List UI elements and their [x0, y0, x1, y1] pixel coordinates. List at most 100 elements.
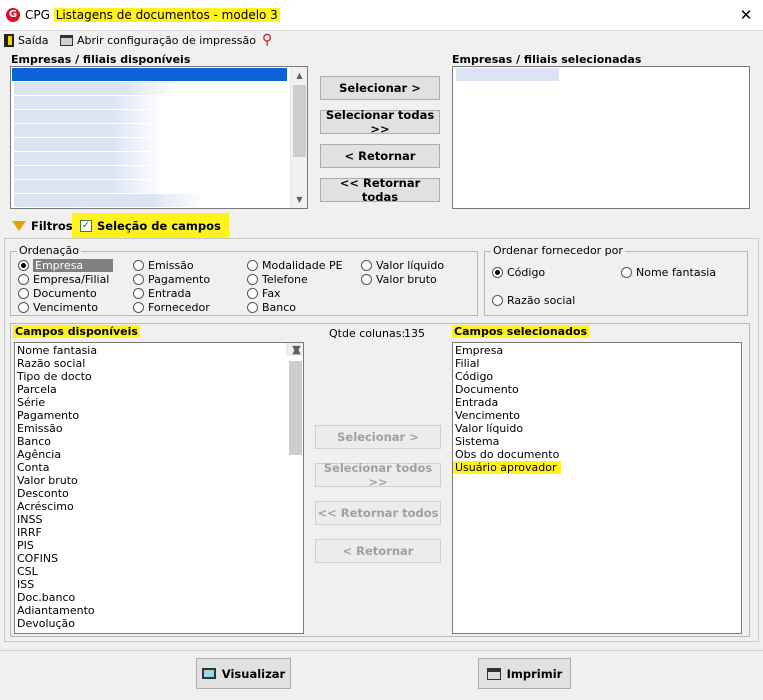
available-companies-list[interactable]: ▲ ▼	[10, 66, 308, 209]
list-item[interactable]: Vencimento	[453, 409, 741, 422]
list-item[interactable]: COFINS	[15, 552, 303, 565]
list-item[interactable]: Agência	[15, 448, 303, 461]
ordering-option[interactable]: Fax	[247, 287, 281, 300]
list-item[interactable]	[456, 68, 559, 81]
selected-companies-list[interactable]	[452, 66, 750, 209]
list-item[interactable]: Valor líquido	[453, 422, 741, 435]
list-item[interactable]: Sistema	[453, 435, 741, 448]
list-item[interactable]: Desconto	[15, 487, 303, 500]
list-item[interactable]: Série	[15, 396, 303, 409]
ordering-option-label: Pagamento	[148, 273, 211, 286]
list-item[interactable]: Obs do documento	[453, 448, 741, 461]
list-item[interactable]: Acréscimo	[15, 500, 303, 513]
list-item[interactable]: Valor bruto	[15, 474, 303, 487]
list-item[interactable]: Devolução	[15, 617, 303, 630]
app-logo-icon: G	[6, 8, 20, 22]
ordering-option[interactable]: Empresa	[18, 259, 114, 272]
list-item[interactable]	[14, 166, 287, 179]
list-item-highlighted[interactable]: Usuário aprovador	[453, 461, 561, 474]
scroll-down-icon[interactable]: ▼	[287, 343, 303, 356]
print-button[interactable]: Imprimir	[478, 658, 571, 689]
list-item[interactable]: Nome fantasia	[15, 344, 303, 357]
list-item-selected[interactable]	[12, 68, 287, 81]
ordering-option[interactable]: Fornecedor	[133, 301, 210, 314]
scroll-thumb[interactable]	[289, 361, 302, 455]
radio-selected-icon	[492, 267, 503, 278]
tab-filters[interactable]: Filtros	[8, 213, 77, 238]
list-item[interactable]: Doc.banco	[15, 591, 303, 604]
available-fields-list[interactable]: Nome fantasia Razão social Tipo de docto…	[14, 342, 304, 634]
select-all-companies-button[interactable]: Selecionar todas >>	[320, 108, 440, 136]
print-config-button[interactable]: Abrir configuração de impressão	[60, 31, 256, 49]
ordering-option[interactable]: Entrada	[133, 287, 191, 300]
list-item[interactable]: Parcela	[15, 383, 303, 396]
list-item[interactable]: Código	[453, 370, 741, 383]
scroll-up-icon[interactable]: ▲	[291, 67, 307, 84]
list-item[interactable]: ISS	[15, 578, 303, 591]
list-item[interactable]	[14, 138, 287, 151]
list-item[interactable]	[14, 96, 287, 109]
ordering-option[interactable]: Banco	[247, 301, 296, 314]
list-item[interactable]: Emissão	[15, 422, 303, 435]
selected-fields-list[interactable]: Empresa Filial Código Documento Entrada …	[452, 342, 742, 634]
ordering-option[interactable]: Pagamento	[133, 273, 210, 286]
ordering-option-label: Empresa	[33, 259, 114, 272]
ordering-option[interactable]: Valor líquido	[361, 259, 444, 272]
list-item[interactable]: PIS	[15, 539, 303, 552]
ordering-option-label: Valor líquido	[376, 259, 445, 272]
supplier-order-option-label: Nome fantasia	[636, 266, 717, 279]
return-field-button[interactable]: < Retornar	[315, 539, 441, 563]
return-all-fields-button[interactable]: << Retornar todos	[315, 501, 441, 525]
supplier-order-option[interactable]: Nome fantasia	[621, 266, 716, 279]
filter-funnel-icon	[12, 220, 26, 231]
list-item[interactable]: IRRF	[15, 526, 303, 539]
list-item[interactable]: INSS	[15, 513, 303, 526]
tab-field-selection[interactable]: ✓ Seleção de campos	[72, 213, 229, 238]
ordering-option[interactable]: Documento	[18, 287, 97, 300]
supplier-order-option-label: Razão social	[507, 294, 576, 307]
list-item[interactable]	[14, 124, 287, 137]
list-item[interactable]	[14, 180, 287, 193]
list-item[interactable]: Razão social	[15, 357, 303, 370]
radio-icon	[247, 274, 258, 285]
ordering-option[interactable]: Emissão	[133, 259, 194, 272]
list-item[interactable]	[14, 194, 287, 207]
scroll-down-icon[interactable]: ▼	[291, 191, 307, 208]
supplier-order-option[interactable]: Razão social	[492, 294, 575, 307]
select-field-button[interactable]: Selecionar >	[315, 425, 441, 449]
scrollbar[interactable]: ▲ ▼	[286, 343, 303, 455]
list-item[interactable]: Entrada	[453, 396, 741, 409]
ordering-option[interactable]: Vencimento	[18, 301, 98, 314]
search-button[interactable]: ⚲	[262, 31, 272, 49]
exit-button[interactable]: Saída	[4, 31, 49, 49]
list-item[interactable]	[14, 82, 287, 95]
ordering-option[interactable]: Empresa/Filial	[18, 273, 109, 286]
list-item[interactable]: Banco	[15, 435, 303, 448]
list-item[interactable]: Empresa	[453, 344, 741, 357]
toolbar: Saída Abrir configuração de impressão ⚲	[0, 31, 763, 51]
return-all-companies-button[interactable]: << Retornar todas	[320, 176, 440, 204]
list-item[interactable]: Documento	[453, 383, 741, 396]
printer-icon	[486, 667, 501, 680]
list-item[interactable]	[14, 152, 287, 165]
ordering-option[interactable]: Modalidade PE	[247, 259, 343, 272]
ordering-option[interactable]: Telefone	[247, 273, 308, 286]
ordering-option[interactable]: Valor bruto	[361, 273, 437, 286]
scroll-thumb[interactable]	[293, 85, 306, 157]
list-item[interactable]: Pagamento	[15, 409, 303, 422]
select-all-fields-button[interactable]: Selecionar todos >>	[315, 461, 441, 489]
supplier-order-option[interactable]: Código	[492, 266, 545, 279]
list-item[interactable]: CSL	[15, 565, 303, 578]
close-icon[interactable]: ✕	[736, 5, 756, 25]
return-company-button[interactable]: < Retornar	[320, 144, 440, 168]
select-company-button[interactable]: Selecionar >	[320, 76, 440, 100]
view-button[interactable]: Visualizar	[196, 658, 291, 689]
available-fields-label: Campos disponíveis	[13, 325, 140, 338]
list-item[interactable]: Tipo de docto	[15, 370, 303, 383]
scrollbar[interactable]: ▲ ▼	[290, 67, 307, 208]
list-item[interactable]: Adiantamento	[15, 604, 303, 617]
list-item[interactable]	[14, 110, 287, 123]
list-item[interactable]: Conta	[15, 461, 303, 474]
radio-icon	[361, 260, 372, 271]
list-item[interactable]: Filial	[453, 357, 741, 370]
